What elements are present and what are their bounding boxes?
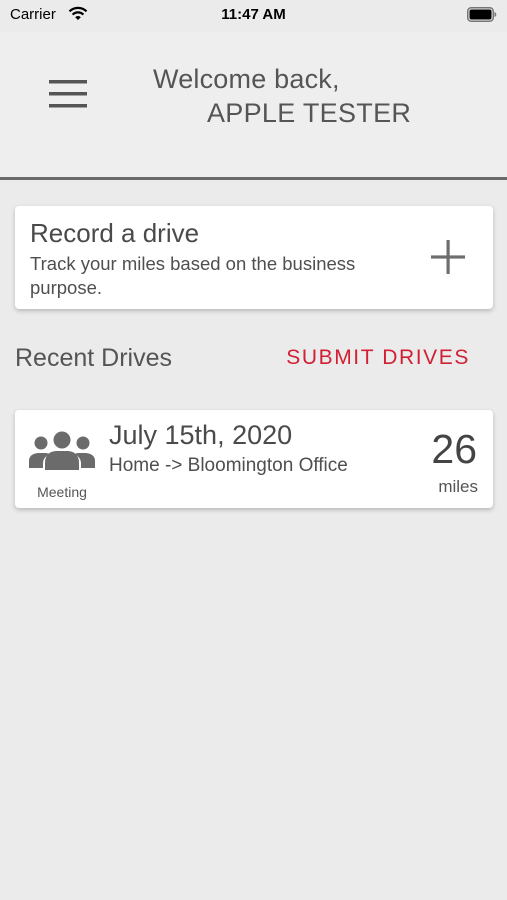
user-name: APPLE TESTER bbox=[207, 98, 412, 128]
battery-icon bbox=[467, 7, 497, 26]
add-drive-button[interactable] bbox=[423, 234, 473, 284]
record-drive-title: Record a drive bbox=[30, 218, 200, 248]
drive-purpose-label: Meeting bbox=[37, 484, 87, 500]
drive-date: July 15th, 2020 bbox=[109, 420, 293, 450]
hamburger-menu-icon bbox=[49, 79, 87, 113]
drive-list-item[interactable]: Meeting July 15th, 2020 Home -> Blooming… bbox=[15, 410, 493, 508]
drive-miles-unit: miles bbox=[438, 477, 478, 496]
welcome-greeting: Welcome back, bbox=[153, 64, 340, 94]
app-screen: Carrier 11:47 AM Welcome back, APPLE TES… bbox=[0, 0, 507, 900]
drive-route: Home -> Bloomington Office bbox=[109, 455, 348, 476]
status-bar: Carrier 11:47 AM bbox=[0, 0, 507, 32]
recent-drives-title: Recent Drives bbox=[15, 344, 172, 372]
menu-button[interactable] bbox=[40, 74, 96, 118]
clock-label: 11:47 AM bbox=[221, 6, 286, 23]
record-drive-subtitle: Track your miles based on the business p… bbox=[30, 253, 356, 298]
group-icon bbox=[28, 430, 96, 476]
app-header: Welcome back, APPLE TESTER bbox=[0, 32, 507, 180]
submit-drives-button[interactable]: SUBMIT DRIVES bbox=[286, 346, 470, 370]
drive-miles-value: 26 bbox=[431, 426, 477, 472]
record-drive-card[interactable]: Record a drive Track your miles based on… bbox=[15, 206, 493, 309]
plus-icon bbox=[430, 239, 466, 280]
